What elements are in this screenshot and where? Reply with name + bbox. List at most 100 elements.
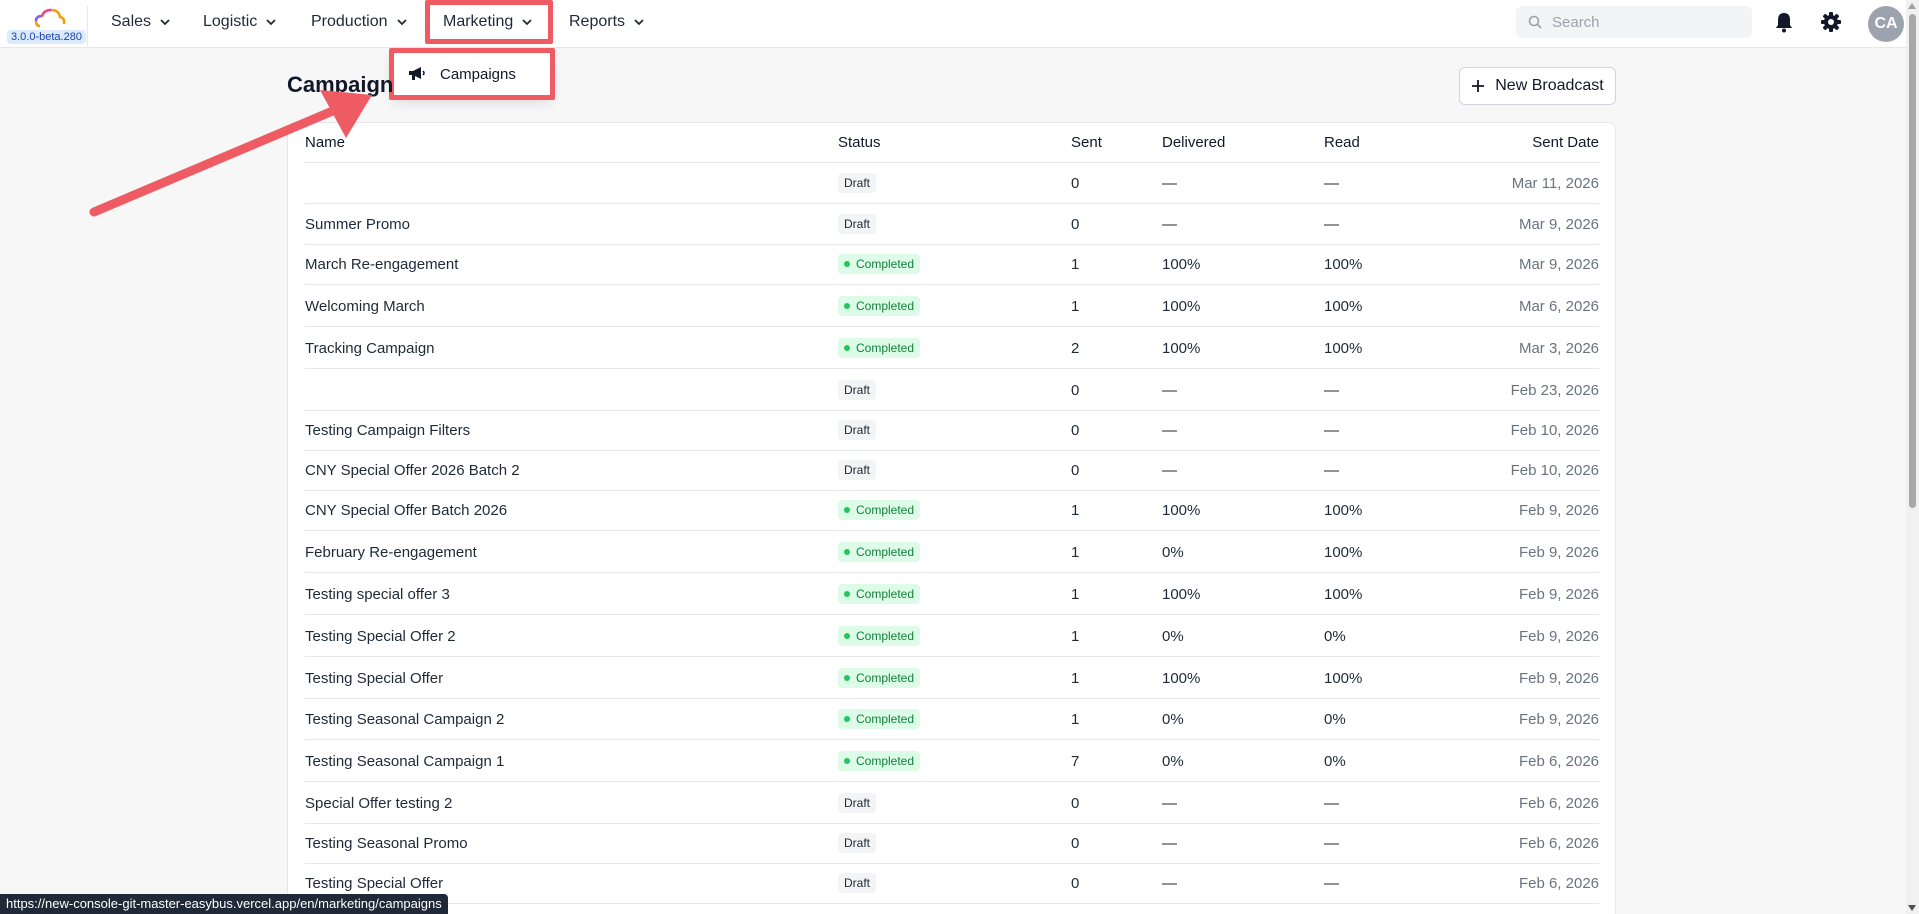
column-header-delivered[interactable]: Delivered — [1162, 123, 1225, 162]
table-row[interactable]: February Re-engagement Completed 1 0% 100% Fe… — [305, 532, 1599, 573]
status-label: Completed — [856, 257, 915, 271]
campaign-name[interactable]: CNY Special Offer Batch 2026 — [305, 490, 507, 530]
campaign-name[interactable]: Testing Seasonal Campaign 1 — [305, 741, 504, 781]
scroll-thumb[interactable] — [1909, 14, 1916, 508]
column-header-status[interactable]: Status — [838, 123, 881, 162]
column-header-sent-date[interactable]: Sent Date — [1532, 123, 1599, 162]
status-cell: Completed — [838, 328, 921, 368]
table-row[interactable]: Testing Special Offer Completed 1 100% 100% F… — [305, 658, 1599, 699]
campaign-name[interactable]: CNY Special Offer 2026 Batch 2 — [305, 450, 520, 490]
status-cell: Completed — [838, 490, 921, 530]
campaign-name[interactable]: Testing Seasonal Campaign 2 — [305, 699, 504, 739]
table-row[interactable]: Draft 0 — — Feb 23, 2026 — [305, 370, 1599, 411]
chevron-down-icon — [634, 19, 644, 26]
sent-date: Feb 10, 2026 — [1510, 421, 1599, 439]
table-row[interactable]: March Re-engagement Completed 1 100% 100% Mar… — [305, 244, 1599, 285]
sent-date: Feb 6, 2026 — [1518, 752, 1599, 770]
status-cell: Completed — [838, 616, 921, 656]
status-label: Completed — [856, 629, 915, 643]
sent-date: Mar 3, 2026 — [1518, 339, 1599, 357]
sent-date: Mar 6, 2026 — [1518, 297, 1599, 315]
status-badge: Draft — [838, 214, 877, 234]
read-rate: 100% — [1324, 297, 1363, 315]
status-label: Completed — [856, 587, 915, 601]
sent-count: 2 — [1071, 339, 1080, 357]
status-cell: Completed — [838, 574, 921, 614]
bell-icon[interactable] — [1772, 10, 1796, 34]
campaign-name[interactable]: Testing Special Offer — [305, 658, 443, 698]
status-badge: Completed — [838, 296, 921, 316]
page-scrollbar[interactable] — [1906, 0, 1919, 914]
annotation-arrow-icon — [89, 90, 372, 217]
read-rate: — — [1324, 834, 1339, 852]
campaign-name[interactable]: March Re-engagement — [305, 244, 458, 284]
status-dot-icon — [844, 633, 850, 639]
sent-date: Feb 6, 2026 — [1518, 874, 1599, 892]
campaigns-table: Name Status Sent Delivered Read Sent Dat… — [287, 122, 1616, 914]
status-label: Draft — [844, 176, 871, 190]
status-dot-icon — [844, 345, 850, 351]
campaign-name[interactable]: Testing special offer 3 — [305, 574, 450, 614]
new-broadcast-button[interactable]: New Broadcast — [1459, 67, 1616, 105]
status-badge: Draft — [838, 833, 877, 853]
sent-count: 1 — [1071, 297, 1080, 315]
column-header-sent[interactable]: Sent — [1071, 123, 1102, 162]
sent-count: 1 — [1071, 543, 1080, 561]
status-badge: Draft — [838, 793, 877, 813]
sent-date: Feb 10, 2026 — [1510, 461, 1599, 479]
status-label: Draft — [844, 796, 871, 810]
table-row[interactable]: Welcoming March Completed 1 100% 100% Mar 6, … — [305, 286, 1599, 327]
table-row[interactable]: Testing Special Offer 2 Completed 1 0% 0% Feb… — [305, 616, 1599, 657]
nav-reports[interactable]: Reports — [569, 0, 645, 44]
table-row[interactable]: Testing Seasonal Campaign 2 Completed 1 0% 0… — [305, 699, 1599, 740]
gear-icon[interactable] — [1819, 10, 1843, 34]
sent-count: 1 — [1071, 255, 1080, 273]
read-rate: 100% — [1324, 585, 1363, 603]
campaign-name[interactable]: February Re-engagement — [305, 532, 477, 572]
search-icon — [1528, 15, 1542, 29]
campaign-name[interactable]: Welcoming March — [305, 286, 425, 326]
sent-count: 0 — [1071, 381, 1080, 399]
table-row[interactable]: Testing Campaign Filters Draft 0 — — Feb 10, … — [305, 410, 1599, 451]
status-dot-icon — [844, 675, 850, 681]
campaign-name[interactable]: Testing Seasonal Promo — [305, 823, 468, 863]
table-row[interactable]: Testing Seasonal Promo Draft 0 — — Feb 6, 202… — [305, 823, 1599, 864]
sent-count: 0 — [1071, 215, 1080, 233]
status-badge: Completed — [838, 751, 921, 771]
status-label: Draft — [844, 463, 871, 477]
status-cell: Draft — [838, 163, 877, 203]
delivered-rate: 0% — [1162, 627, 1184, 645]
status-cell: Draft — [838, 370, 877, 410]
status-badge: Completed — [838, 626, 921, 646]
table-row[interactable]: Draft 0 — — Mar 11, 2026 — [305, 163, 1599, 204]
campaign-name[interactable]: Special Offer testing 2 — [305, 783, 452, 823]
sent-count: 7 — [1071, 752, 1080, 770]
sent-date: Feb 6, 2026 — [1518, 794, 1599, 812]
sent-count: 1 — [1071, 501, 1080, 519]
scroll-down-icon[interactable] — [1908, 905, 1916, 911]
column-header-read[interactable]: Read — [1324, 123, 1360, 162]
status-label: Completed — [856, 341, 915, 355]
table-row[interactable]: Testing special offer 3 Completed 1 100% 100… — [305, 574, 1599, 615]
sent-date: Feb 9, 2026 — [1518, 585, 1599, 603]
table-row[interactable]: Summer Promo Draft 0— — Mar 9, 2026 — [305, 204, 1599, 245]
campaign-name[interactable]: Tracking Campaign — [305, 328, 435, 368]
plus-icon — [1472, 80, 1485, 92]
scroll-up-icon[interactable] — [1908, 3, 1916, 9]
status-label: Draft — [844, 876, 871, 890]
status-badge: Completed — [838, 668, 921, 688]
campaign-name[interactable]: Testing Special Offer 2 — [305, 616, 456, 656]
search-input[interactable]: Search — [1516, 6, 1752, 38]
table-row[interactable]: Testing Special Offer Draft 0— — Feb 6, 2026 — [305, 863, 1599, 904]
table-row[interactable]: CNY Special Offer Batch 2026 Completed 1 10… — [305, 490, 1599, 531]
table-row[interactable]: Special Offer testing 2 Draft 0 — — Feb 6, 20… — [305, 783, 1599, 824]
table-row[interactable]: Testing Seasonal Campaign 1 Completed 7 0% 0… — [305, 741, 1599, 782]
campaign-name[interactable]: Testing Campaign Filters — [305, 410, 470, 450]
table-row[interactable]: CNY Special Offer 2026 Batch 2 Draft 0 — — Fe… — [305, 450, 1599, 491]
delivered-rate: — — [1162, 421, 1177, 439]
status-badge: Draft — [838, 420, 877, 440]
status-label: Completed — [856, 671, 915, 685]
table-row[interactable]: Tracking Campaign Completed 2 100% 100% Mar 3… — [305, 328, 1599, 369]
user-avatar[interactable]: CA — [1868, 6, 1904, 42]
status-cell: Completed — [838, 658, 921, 698]
